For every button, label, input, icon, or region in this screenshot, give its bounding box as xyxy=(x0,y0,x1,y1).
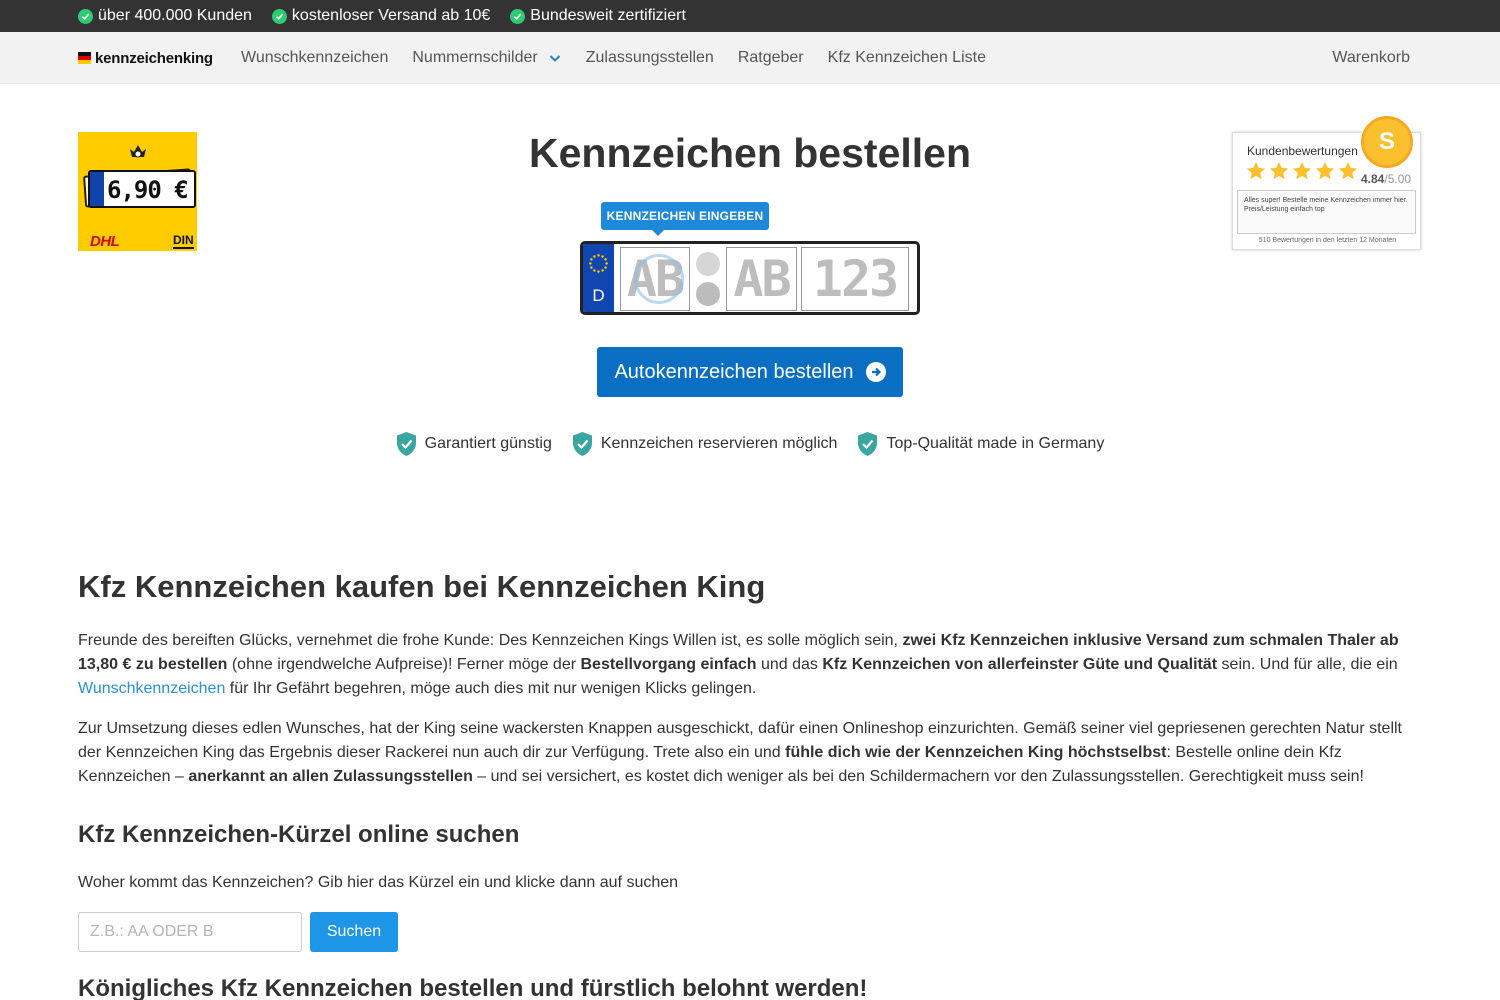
usp-text: über 400.000 Kunden xyxy=(98,7,252,24)
check-circle-icon xyxy=(510,8,526,24)
shop-seal-letter: S xyxy=(1378,128,1395,155)
top-usp-bar: über 400.000 Kunden kostenloser Versand … xyxy=(0,0,1500,32)
search-description: Woher kommt das Kennzeichen? Gib hier da… xyxy=(78,874,679,891)
search-heading: Kfz Kennzeichen-Kürzel online suchen xyxy=(78,821,520,848)
text-span: Freunde des bereiften Glücks, vernehmet … xyxy=(78,632,903,649)
text-span: – und sei versichert, es kostet dich wen… xyxy=(472,768,1364,785)
bold-text: anerkannt an allen Zulassungsstellen xyxy=(188,768,473,785)
star-icon xyxy=(1315,161,1335,180)
logo-flag-icon xyxy=(78,51,91,65)
body-paragraph: Zur Umsetzung dieses edlen Wunsches, hat… xyxy=(78,717,1423,789)
feature-item: Top-Qualität made in Germany xyxy=(857,431,1104,457)
wunschkennzeichen-link[interactable]: Wunschkennzeichen xyxy=(78,680,225,697)
bold-text: Kfz Kennzeichen von allerfeinster Güte u… xyxy=(822,656,1218,673)
plate-numbers-field[interactable]: 123 xyxy=(801,247,909,311)
review-score-value: 4.84 xyxy=(1361,172,1385,186)
nav-link-kennzeichen-liste[interactable]: Kfz Kennzeichen Liste xyxy=(828,49,986,67)
review-count: 510 Bewertungen in den letzten 12 Monate… xyxy=(1258,237,1397,244)
arrow-right-circle-icon xyxy=(865,362,886,382)
promo-price: 6,90 € xyxy=(107,176,189,204)
feature-text: Garantiert günstig xyxy=(424,435,552,452)
usp-text: Bundesweit zertifiziert xyxy=(530,7,686,24)
star-icon xyxy=(1246,161,1266,180)
intro-paragraph: Freunde des bereiften Glücks, vernehmet … xyxy=(78,629,1423,701)
usp-customers: über 400.000 Kunden xyxy=(78,7,252,25)
review-score-max: /5.00 xyxy=(1384,172,1412,186)
eu-stars-icon xyxy=(589,254,608,273)
text-span: sein. Und für alle, die ein xyxy=(1217,656,1398,673)
main-nav: kennzeichenking Wunschkennzeichen Nummer… xyxy=(0,32,1500,84)
feature-text: Top-Qualität made in Germany xyxy=(886,435,1105,452)
shop-seal-icon: S xyxy=(1361,116,1413,168)
sticker-icon xyxy=(696,282,720,306)
nav-link-ratgeber[interactable]: Ratgeber xyxy=(738,49,804,67)
usp-shipping: kostenloser Versand ab 10€ xyxy=(271,7,491,25)
star-icon xyxy=(1292,161,1312,180)
feature-item: Garantiert günstig xyxy=(396,431,552,457)
search-button[interactable]: Suchen xyxy=(310,912,398,952)
plate-entry-tooltip: KENNZEICHEN EINGEBEN xyxy=(601,202,769,236)
reward-heading: Königliches Kfz Kennzeichen bestellen un… xyxy=(78,975,868,1000)
shield-check-icon xyxy=(858,432,878,456)
text-span: für Ihr Gefährt begehren, möge auch dies… xyxy=(225,680,757,697)
nav-link-zulassungsstellen[interactable]: Zulassungsstellen xyxy=(586,49,714,67)
order-plate-button-label: Autokennzeichen bestellen xyxy=(614,360,854,383)
star-icon xyxy=(1269,161,1289,180)
plate-stickers xyxy=(696,252,722,312)
nav-link-label: Nummernschilder xyxy=(412,49,538,66)
shield-check-icon xyxy=(572,432,592,456)
din-logo: DIN xyxy=(173,233,194,249)
license-plate-input[interactable]: D AB AB 123 xyxy=(580,241,920,315)
abbreviation-search-input[interactable] xyxy=(78,912,302,952)
feature-item: Kennzeichen reservieren möglich xyxy=(572,431,838,457)
eu-band: D xyxy=(583,244,614,312)
shield-check-icon xyxy=(396,432,416,456)
plate-letters-field[interactable]: AB xyxy=(726,247,797,311)
order-plate-button[interactable]: Autokennzeichen bestellen xyxy=(597,347,903,397)
nav-links: Wunschkennzeichen Nummernschilder Zulass… xyxy=(241,32,986,84)
dhl-logo: DHL xyxy=(90,233,120,250)
usp-certified: Bundesweit zertifiziert xyxy=(510,7,686,25)
bold-text: fühle dich wie der Kennzeichen King höch… xyxy=(785,744,1167,761)
review-title: Kundenbewertungen xyxy=(1247,144,1358,158)
check-circle-icon xyxy=(271,8,287,24)
nav-link-nummernschilder[interactable]: Nummernschilder xyxy=(412,49,561,67)
feature-text: Kennzeichen reservieren möglich xyxy=(600,435,838,452)
logo-text: kennzeichenking xyxy=(95,49,213,67)
cart-link[interactable]: Warenkorb xyxy=(1332,32,1410,84)
text-span: und das xyxy=(756,656,823,673)
review-quote: Alles super! Bestelle meine Kennzeichen … xyxy=(1237,190,1416,234)
feature-list: Garantiert günstig Kennzeichen reservier… xyxy=(0,431,1500,457)
site-logo[interactable]: kennzeichenking xyxy=(78,49,213,67)
star-icon xyxy=(1338,161,1358,180)
registration-seal-icon xyxy=(634,254,684,304)
text-span: (ohne irgendwelche Aufpreise)! Ferner mö… xyxy=(227,656,581,673)
rating-stars xyxy=(1245,160,1359,182)
chevron-down-icon xyxy=(549,55,560,62)
review-score: 4.84/5.00 xyxy=(1361,172,1411,186)
eu-band xyxy=(90,172,104,206)
bold-text: Bestellvorgang einfach xyxy=(580,656,757,673)
usp-text: kostenloser Versand ab 10€ xyxy=(291,7,491,24)
nav-link-wunschkennzeichen[interactable]: Wunschkennzeichen xyxy=(241,49,388,67)
section-heading: Kfz Kennzeichen kaufen bei Kennzeichen K… xyxy=(78,569,766,604)
sticker-icon xyxy=(696,252,720,276)
check-circle-icon xyxy=(78,8,93,24)
country-code: D xyxy=(592,286,605,305)
plate-area-code-field[interactable]: AB xyxy=(620,247,690,311)
